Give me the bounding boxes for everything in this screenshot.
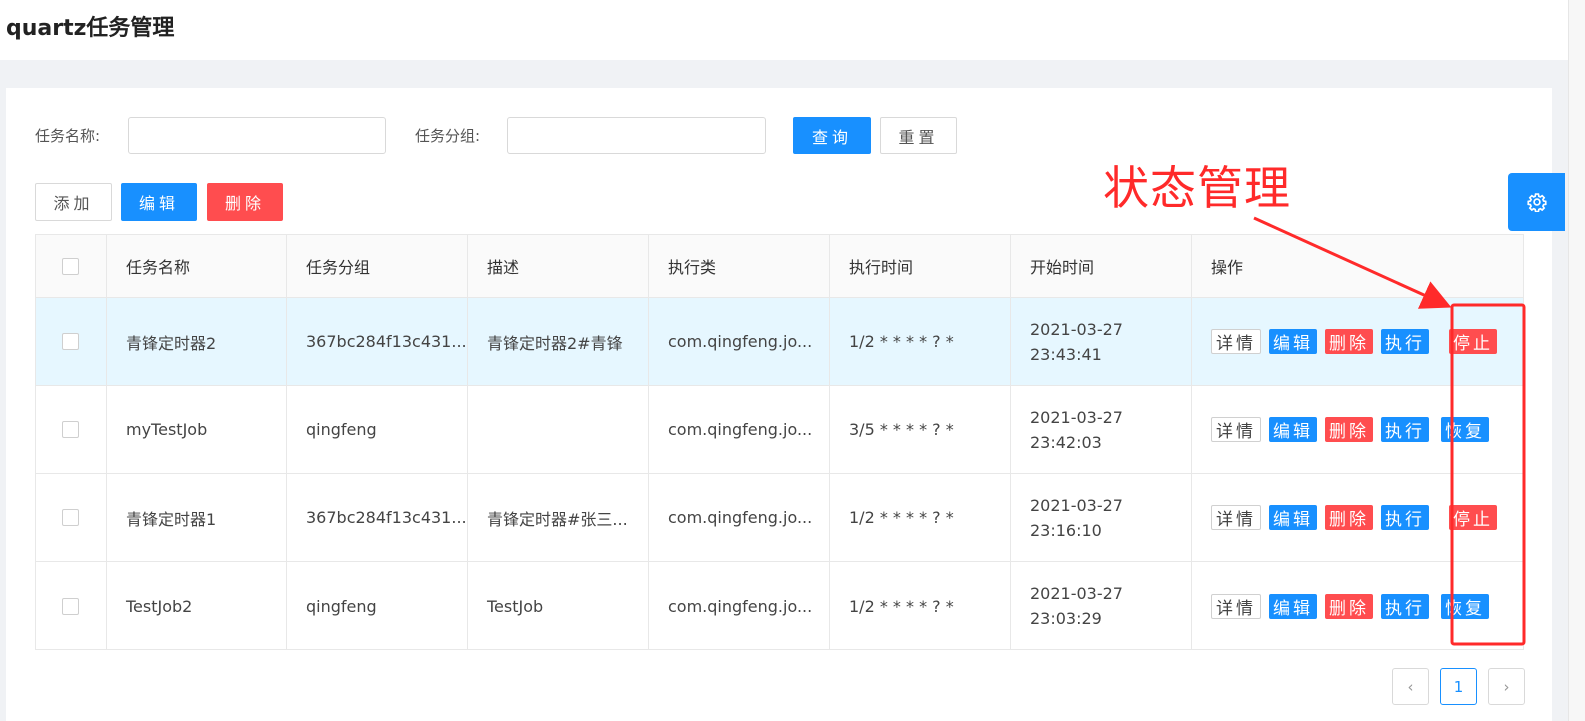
- cell-exec-class: com.qingfeng.jo...: [649, 386, 830, 473]
- start-date: 2021-03-27: [1030, 319, 1123, 339]
- start-time: 23:03:29: [1030, 609, 1102, 628]
- cell-start-time: 2021-03-27 23:03:29: [1011, 562, 1192, 650]
- settings-button[interactable]: [1508, 173, 1565, 231]
- cell-cron: 1/2 * * * * ? *: [830, 562, 1011, 650]
- cell-description: 青锋定时器2#青锋: [468, 298, 649, 385]
- table-row[interactable]: 青锋定时器1 367bc284f13c431... 青锋定时器#张三... co…: [36, 474, 1523, 562]
- row-checkbox[interactable]: [62, 421, 79, 438]
- execute-button[interactable]: 执行: [1381, 417, 1429, 442]
- row-delete-button[interactable]: 删除: [1325, 417, 1373, 442]
- cell-actions: 详情 编辑 删除 执行 恢复: [1192, 562, 1524, 650]
- row-delete-button[interactable]: 删除: [1325, 329, 1373, 354]
- cell-cron: 3/5 * * * * ? *: [830, 386, 1011, 473]
- gear-icon: [1526, 193, 1547, 212]
- cell-task-group: qingfeng: [287, 562, 468, 650]
- pause-button[interactable]: 停止: [1449, 505, 1497, 530]
- cell-task-group: 367bc284f13c431...: [287, 474, 468, 561]
- detail-button[interactable]: 详情: [1211, 417, 1261, 442]
- task-name-label: 任务名称:: [35, 127, 101, 145]
- cell-cron: 1/2 * * * * ? *: [830, 298, 1011, 385]
- col-actions: 操作: [1211, 258, 1244, 277]
- reset-button[interactable]: 重置: [880, 117, 957, 154]
- row-delete-button[interactable]: 删除: [1325, 593, 1373, 619]
- task-table: 任务名称 任务分组 描述 执行类 执行时间 开始时间 操作 青锋定时器2 367…: [35, 234, 1524, 650]
- task-group-input[interactable]: [507, 117, 766, 154]
- resume-button[interactable]: 恢复: [1441, 593, 1489, 619]
- select-all-checkbox[interactable]: [62, 257, 79, 275]
- header-checkbox-cell: [36, 235, 107, 297]
- row-checkbox-cell: [36, 474, 107, 561]
- top-bar: quartz任务管理: [0, 0, 1568, 60]
- detail-button[interactable]: 详情: [1211, 329, 1261, 354]
- cell-exec-class: com.qingfeng.jo...: [649, 474, 830, 561]
- cell-task-name: TestJob2: [107, 562, 287, 650]
- execute-button[interactable]: 执行: [1381, 329, 1429, 354]
- col-description: 描述: [468, 235, 649, 297]
- top-gray-strip: [0, 60, 1568, 88]
- row-checkbox-cell: [36, 562, 107, 650]
- cell-task-group: qingfeng: [287, 386, 468, 473]
- cell-task-name: 青锋定时器2: [107, 298, 287, 385]
- col-task-name: 任务名称: [107, 235, 287, 297]
- start-date: 2021-03-27: [1030, 584, 1123, 603]
- task-group-label: 任务分组:: [415, 127, 481, 145]
- row-edit-button[interactable]: 编辑: [1269, 329, 1317, 354]
- row-checkbox-cell: [36, 386, 107, 473]
- cell-task-name: 青锋定时器1: [107, 474, 287, 561]
- cell-exec-class: com.qingfeng.jo...: [649, 298, 830, 385]
- col-exec-class: 执行类: [649, 235, 830, 297]
- execute-button[interactable]: 执行: [1381, 505, 1429, 530]
- task-name-input[interactable]: [128, 117, 386, 154]
- add-button[interactable]: 添加: [35, 183, 112, 221]
- detail-button[interactable]: 详情: [1211, 593, 1261, 619]
- cell-start-time: 2021-03-27 23:42:03: [1011, 386, 1192, 473]
- cell-start-time: 2021-03-27 23:43:41: [1011, 298, 1192, 385]
- col-start-time: 开始时间: [1011, 235, 1192, 297]
- start-date: 2021-03-27: [1030, 495, 1123, 515]
- cell-actions: 详情 编辑 删除 执行 恢复: [1192, 386, 1524, 473]
- row-delete-button[interactable]: 删除: [1325, 505, 1373, 530]
- page-scrollbar[interactable]: [1568, 0, 1585, 721]
- prev-page-button[interactable]: ‹: [1392, 668, 1429, 705]
- cell-actions: 详情 编辑 删除 执行 停止: [1192, 474, 1524, 561]
- cell-cron: 1/2 * * * * ? *: [830, 474, 1011, 561]
- table-row[interactable]: myTestJob qingfeng com.qingfeng.jo... 3/…: [36, 386, 1523, 474]
- annotation-label: 状态管理: [1103, 161, 1291, 215]
- cell-description: 青锋定时器#张三...: [468, 474, 649, 561]
- start-time: 23:42:03: [1030, 432, 1102, 452]
- edit-button[interactable]: 编辑: [121, 183, 197, 221]
- table-row[interactable]: 青锋定时器2 367bc284f13c431... 青锋定时器2#青锋 com.…: [36, 298, 1523, 386]
- cell-exec-class: com.qingfeng.jo...: [649, 562, 830, 650]
- page-title: quartz任务管理: [6, 16, 175, 41]
- cell-actions: 详情 编辑 删除 执行 停止: [1192, 298, 1524, 385]
- pause-button[interactable]: 停止: [1449, 329, 1497, 354]
- row-checkbox[interactable]: [62, 333, 79, 350]
- start-date: 2021-03-27: [1030, 407, 1123, 427]
- start-time: 23:16:10: [1030, 520, 1102, 540]
- table-header: 任务名称 任务分组 描述 执行类 执行时间 开始时间 操作: [36, 235, 1523, 298]
- cell-description: TestJob: [468, 562, 649, 650]
- row-checkbox[interactable]: [62, 597, 79, 615]
- execute-button[interactable]: 执行: [1381, 593, 1429, 619]
- cell-description: [468, 386, 649, 473]
- row-edit-button[interactable]: 编辑: [1269, 593, 1317, 619]
- cell-task-group: 367bc284f13c431...: [287, 298, 468, 385]
- row-checkbox[interactable]: [62, 509, 79, 526]
- resume-button[interactable]: 恢复: [1441, 417, 1489, 442]
- detail-button[interactable]: 详情: [1211, 505, 1261, 530]
- next-page-button[interactable]: ›: [1488, 668, 1525, 705]
- delete-button[interactable]: 删除: [207, 183, 283, 221]
- cell-task-name: myTestJob: [107, 386, 287, 473]
- row-edit-button[interactable]: 编辑: [1269, 417, 1317, 442]
- query-button[interactable]: 查询: [793, 117, 871, 154]
- table-row[interactable]: TestJob2 qingfeng TestJob com.qingfeng.j…: [36, 562, 1523, 650]
- cell-start-time: 2021-03-27 23:16:10: [1011, 474, 1192, 561]
- page-1-button[interactable]: 1: [1440, 668, 1477, 705]
- col-task-group: 任务分组: [287, 235, 468, 297]
- col-cron: 执行时间: [830, 235, 1011, 297]
- start-time: 23:43:41: [1030, 344, 1102, 364]
- row-edit-button[interactable]: 编辑: [1269, 505, 1317, 530]
- row-checkbox-cell: [36, 298, 107, 385]
